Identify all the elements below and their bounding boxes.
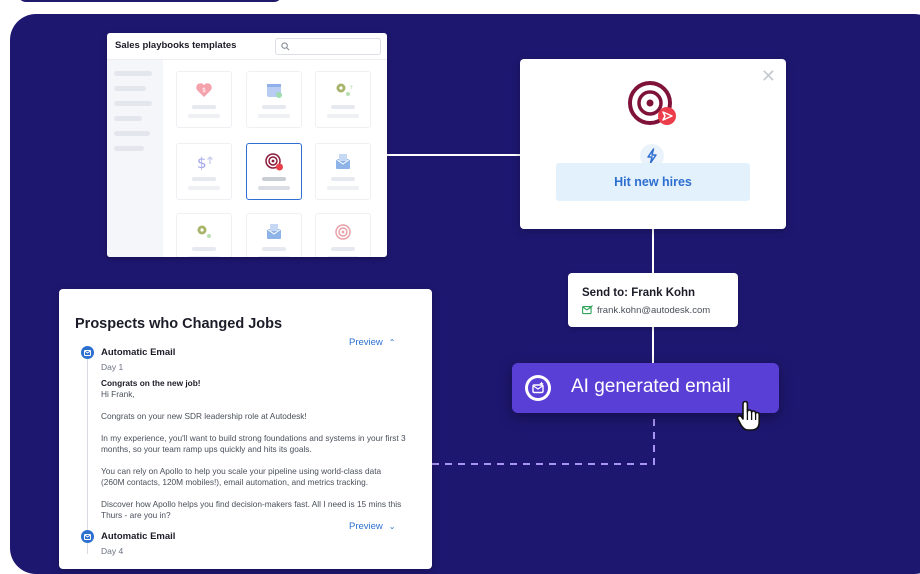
preview-toggle-step-1[interactable]: Preview ⌃ [349, 337, 396, 348]
template-tile-gear[interactable]: + [315, 71, 371, 128]
sidebar-placeholder [114, 146, 144, 151]
envelope-icon [335, 154, 351, 169]
target-icon [335, 224, 351, 240]
svg-text:+: + [349, 84, 353, 91]
sidebar-placeholder [114, 101, 152, 106]
calendar-icon [267, 84, 282, 98]
gear-plus-icon: + [336, 83, 353, 96]
template-tile-hit-new-hires[interactable] [246, 143, 302, 200]
sidebar-placeholder [114, 71, 152, 76]
hit-new-hires-button[interactable]: Hit new hires [556, 163, 750, 201]
templates-sidebar [107, 60, 163, 257]
template-tile-envelope[interactable] [246, 213, 302, 257]
close-icon[interactable]: ✕ [761, 67, 776, 85]
dollar-up-icon: $ [197, 154, 213, 172]
step-name: Automatic Email [101, 347, 176, 358]
email-paragraph: Discover how Apollo helps you find decis… [101, 499, 402, 520]
sidebar-placeholder [114, 86, 146, 91]
preview-label: Preview [349, 521, 383, 532]
connector-templates-to-playbook [387, 154, 520, 156]
template-tile-calendar[interactable] [246, 71, 302, 128]
email-subject: Congrats on the new job! [101, 378, 201, 388]
recipient-email-row: frank.kohn@autodesk.com [582, 305, 710, 316]
step-name: Automatic Email [101, 531, 176, 542]
step-day: Day 4 [101, 546, 124, 556]
step-day: Day 1 [101, 362, 124, 372]
top-bar [18, 0, 282, 2]
connector-recipient-to-ai [652, 327, 654, 363]
dashed-connector [432, 414, 655, 465]
playbook-detail-card: ✕ Hit new hires [520, 59, 786, 229]
email-paragraph: Congrats on your new SDR leadership role… [101, 411, 307, 421]
recipient-card: Send to: Frank Kohn frank.kohn@autodesk.… [568, 273, 738, 327]
template-tile-gear[interactable] [176, 213, 232, 257]
templates-panel: Sales playbooks templates $ + $ [107, 33, 387, 257]
ai-generated-email-label: AI generated email [571, 376, 731, 397]
template-tile-target[interactable] [315, 213, 371, 257]
sequence-title: Prospects who Changed Jobs [75, 316, 283, 332]
sidebar-placeholder [114, 131, 150, 136]
email-preview: Congrats on the new job! Hi Frank, Congr… [101, 378, 406, 532]
recipient-name: Send to: Frank Kohn [582, 287, 696, 299]
svg-text:$: $ [202, 87, 206, 94]
timeline-line [87, 354, 88, 554]
template-tile-heart[interactable]: $ [176, 71, 232, 128]
connector-playbook-to-recipient [652, 229, 654, 273]
search-icon [281, 42, 290, 51]
recipient-email: frank.kohn@autodesk.com [597, 305, 711, 316]
target-send-icon [628, 81, 676, 125]
hand-cursor-icon [736, 400, 760, 431]
sidebar-placeholder [114, 116, 142, 121]
email-step-icon [81, 346, 94, 359]
preview-toggle-step-2[interactable]: Preview ⌄ [349, 521, 396, 532]
chevron-down-icon: ⌄ [388, 522, 396, 531]
preview-label: Preview [349, 337, 383, 348]
heart-icon: $ [196, 83, 212, 97]
svg-text:$: $ [197, 154, 207, 172]
mail-check-icon [582, 305, 593, 315]
ai-mail-icon [525, 375, 551, 401]
email-step-icon [81, 530, 94, 543]
template-tile-envelope[interactable] [315, 143, 371, 200]
templates-header: Sales playbooks templates [107, 33, 387, 60]
templates-title: Sales playbooks templates [115, 40, 237, 51]
email-paragraph: You can rely on Apollo to help you scale… [101, 466, 382, 487]
envelope-icon [266, 224, 282, 239]
sequence-panel: Prospects who Changed Jobs Preview ⌃ Auto… [59, 289, 432, 569]
email-paragraph: In my experience, you'll want to build s… [101, 433, 406, 454]
email-greeting: Hi Frank, [101, 389, 135, 399]
templates-search-input[interactable] [275, 38, 381, 55]
template-tile-dollar[interactable]: $ [176, 143, 232, 200]
gear-plus-icon [197, 225, 211, 238]
chevron-up-icon: ⌃ [388, 338, 396, 347]
target-send-icon [265, 153, 283, 171]
